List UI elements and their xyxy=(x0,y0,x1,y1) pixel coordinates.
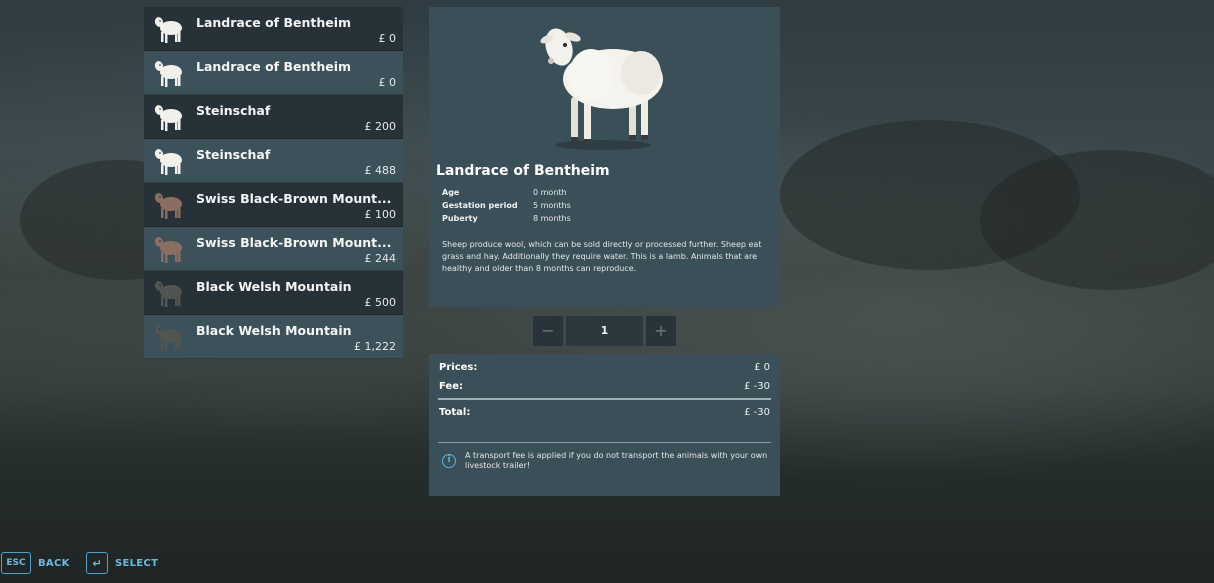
increase-button[interactable]: + xyxy=(646,316,676,346)
sheep-icon xyxy=(154,61,182,87)
attribute-label: Age xyxy=(442,188,460,197)
sheep-icon xyxy=(154,281,182,307)
total-value: £ -30 xyxy=(744,407,770,418)
animal-title: Landrace of Bentheim xyxy=(436,163,610,179)
total-row: Total: £ -30 xyxy=(439,407,770,418)
animal-price: £ 0 xyxy=(378,32,397,45)
attribute-row: Puberty 8 months xyxy=(442,214,571,227)
esc-key-icon: ESC xyxy=(1,552,31,574)
sheep-icon xyxy=(154,17,182,43)
attribute-label: Gestation period xyxy=(442,201,518,210)
animal-price: £ 244 xyxy=(364,252,397,265)
animal-detail-panel: Landrace of Bentheim Age 0 month Gestati… xyxy=(429,7,780,307)
quantity-value: 1 xyxy=(566,316,643,346)
select-label: SELECT xyxy=(115,557,159,569)
total-label: Total: xyxy=(439,407,471,418)
divider xyxy=(438,442,771,443)
animal-list-item[interactable]: Black Welsh Mountain £ 500 xyxy=(144,271,403,315)
animal-price: £ 1,222 xyxy=(354,340,396,353)
animal-price: £ 100 xyxy=(364,208,397,221)
animal-name: Landrace of Bentheim xyxy=(196,59,352,74)
attribute-value: 5 months xyxy=(533,201,571,210)
attribute-row: Gestation period 5 months xyxy=(442,201,571,214)
animal-name: Swiss Black-Brown Mount... xyxy=(196,235,392,250)
price-summary-panel: Prices: £ 0 Fee: £ -30 Total: £ -30 i A … xyxy=(429,354,780,496)
sheep-icon xyxy=(154,105,182,131)
animal-name: Swiss Black-Brown Mount... xyxy=(196,191,392,206)
animal-list-item[interactable]: Landrace of Bentheim £ 0 xyxy=(144,7,403,51)
select-hint[interactable]: ↵ SELECT xyxy=(86,552,158,574)
sheep-icon xyxy=(154,149,182,175)
enter-key-icon: ↵ xyxy=(86,552,108,574)
attribute-list: Age 0 month Gestation period 5 months Pu… xyxy=(442,188,571,227)
animal-list: Landrace of Bentheim £ 0 Landrace of Ben… xyxy=(144,7,403,359)
transport-fee-note: A transport fee is applied if you do not… xyxy=(465,451,768,470)
animal-name: Steinschaf xyxy=(196,147,271,162)
info-icon: i xyxy=(442,454,456,468)
attribute-value: 0 month xyxy=(533,188,567,197)
animal-name: Black Welsh Mountain xyxy=(196,279,352,294)
fee-value: £ -30 xyxy=(744,381,770,392)
divider xyxy=(438,398,771,400)
animal-name: Landrace of Bentheim xyxy=(196,15,352,30)
animal-list-item[interactable]: Steinschaf £ 488 xyxy=(144,139,403,183)
animal-name: Steinschaf xyxy=(196,103,271,118)
prices-row: Prices: £ 0 xyxy=(439,362,770,373)
animal-list-item[interactable]: Steinschaf £ 200 xyxy=(144,95,403,139)
animal-list-item[interactable]: Swiss Black-Brown Mount... £ 244 xyxy=(144,227,403,271)
animal-price: £ 200 xyxy=(364,120,397,133)
sheep-icon xyxy=(154,193,182,219)
fee-row: Fee: £ -30 xyxy=(439,381,770,392)
animal-list-item[interactable]: Black Welsh Mountain £ 1,222 xyxy=(144,315,403,359)
animal-price: £ 500 xyxy=(364,296,397,309)
animal-price: £ 488 xyxy=(364,164,397,177)
sheep-preview-image xyxy=(540,28,663,150)
animal-list-item[interactable]: Swiss Black-Brown Mount... £ 100 xyxy=(144,183,403,227)
prices-value: £ 0 xyxy=(754,362,770,373)
animal-price: £ 0 xyxy=(378,76,397,89)
attribute-value: 8 months xyxy=(533,214,571,223)
sheep-icon xyxy=(154,325,182,351)
animal-list-item-selected[interactable]: Landrace of Bentheim £ 0 xyxy=(144,51,403,95)
quantity-stepper: − 1 + xyxy=(533,316,676,346)
decrease-button[interactable]: − xyxy=(533,316,563,346)
attribute-label: Puberty xyxy=(442,214,478,223)
animal-name: Black Welsh Mountain xyxy=(196,323,352,338)
back-label: BACK xyxy=(38,557,70,569)
animal-description: Sheep produce wool, which can be sold di… xyxy=(442,240,762,273)
fee-label: Fee: xyxy=(439,381,463,392)
back-hint[interactable]: ESC BACK xyxy=(1,552,70,574)
attribute-row: Age 0 month xyxy=(442,188,571,201)
prices-label: Prices: xyxy=(439,362,478,373)
sheep-icon xyxy=(154,237,182,263)
